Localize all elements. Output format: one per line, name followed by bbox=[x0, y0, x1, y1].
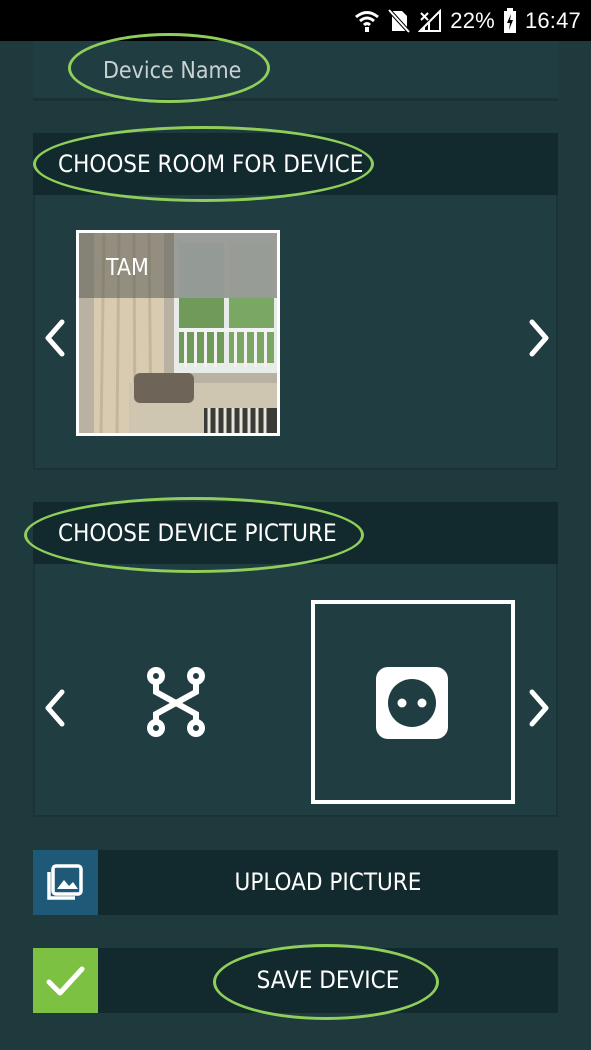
status-bar: 22% 16:47 bbox=[0, 0, 591, 41]
clock: 16:47 bbox=[524, 7, 581, 33]
battery-percent: 22% bbox=[450, 7, 495, 33]
save-device-button[interactable]: SAVE DEVICE bbox=[33, 948, 558, 1013]
save-device-label: SAVE DEVICE bbox=[256, 966, 400, 994]
checkmark-icon bbox=[46, 966, 85, 996]
circuit-icon[interactable] bbox=[146, 666, 208, 738]
signal-icon bbox=[418, 8, 442, 32]
chevron-left-icon[interactable] bbox=[40, 316, 70, 360]
wifi-icon bbox=[355, 10, 380, 32]
chevron-right-icon[interactable] bbox=[524, 316, 554, 360]
chevron-right-icon[interactable] bbox=[524, 686, 554, 730]
status-icons: 22% 16:47 bbox=[354, 0, 581, 41]
device-name-input[interactable] bbox=[103, 51, 283, 91]
device-name-row bbox=[33, 41, 558, 101]
room-section-title: CHOOSE ROOM FOR DEVICE bbox=[58, 150, 364, 178]
chevron-left-icon[interactable] bbox=[40, 686, 70, 730]
upload-icon-box bbox=[33, 850, 98, 915]
image-gallery-icon bbox=[47, 864, 83, 900]
power-socket-icon[interactable] bbox=[376, 667, 448, 739]
upload-picture-button[interactable]: UPLOAD PICTURE bbox=[33, 850, 558, 915]
save-icon-box bbox=[33, 948, 98, 1013]
room-section-header: CHOOSE ROOM FOR DEVICE bbox=[33, 133, 558, 195]
battery-charging-icon bbox=[503, 7, 516, 33]
no-sim-icon bbox=[388, 8, 411, 33]
picture-section-header: CHOOSE DEVICE PICTURE bbox=[33, 502, 558, 564]
upload-picture-label: UPLOAD PICTURE bbox=[234, 868, 422, 896]
picture-section-title: CHOOSE DEVICE PICTURE bbox=[58, 519, 337, 547]
room-name: TAM bbox=[106, 255, 149, 281]
room-tile[interactable]: TAM bbox=[76, 230, 280, 436]
